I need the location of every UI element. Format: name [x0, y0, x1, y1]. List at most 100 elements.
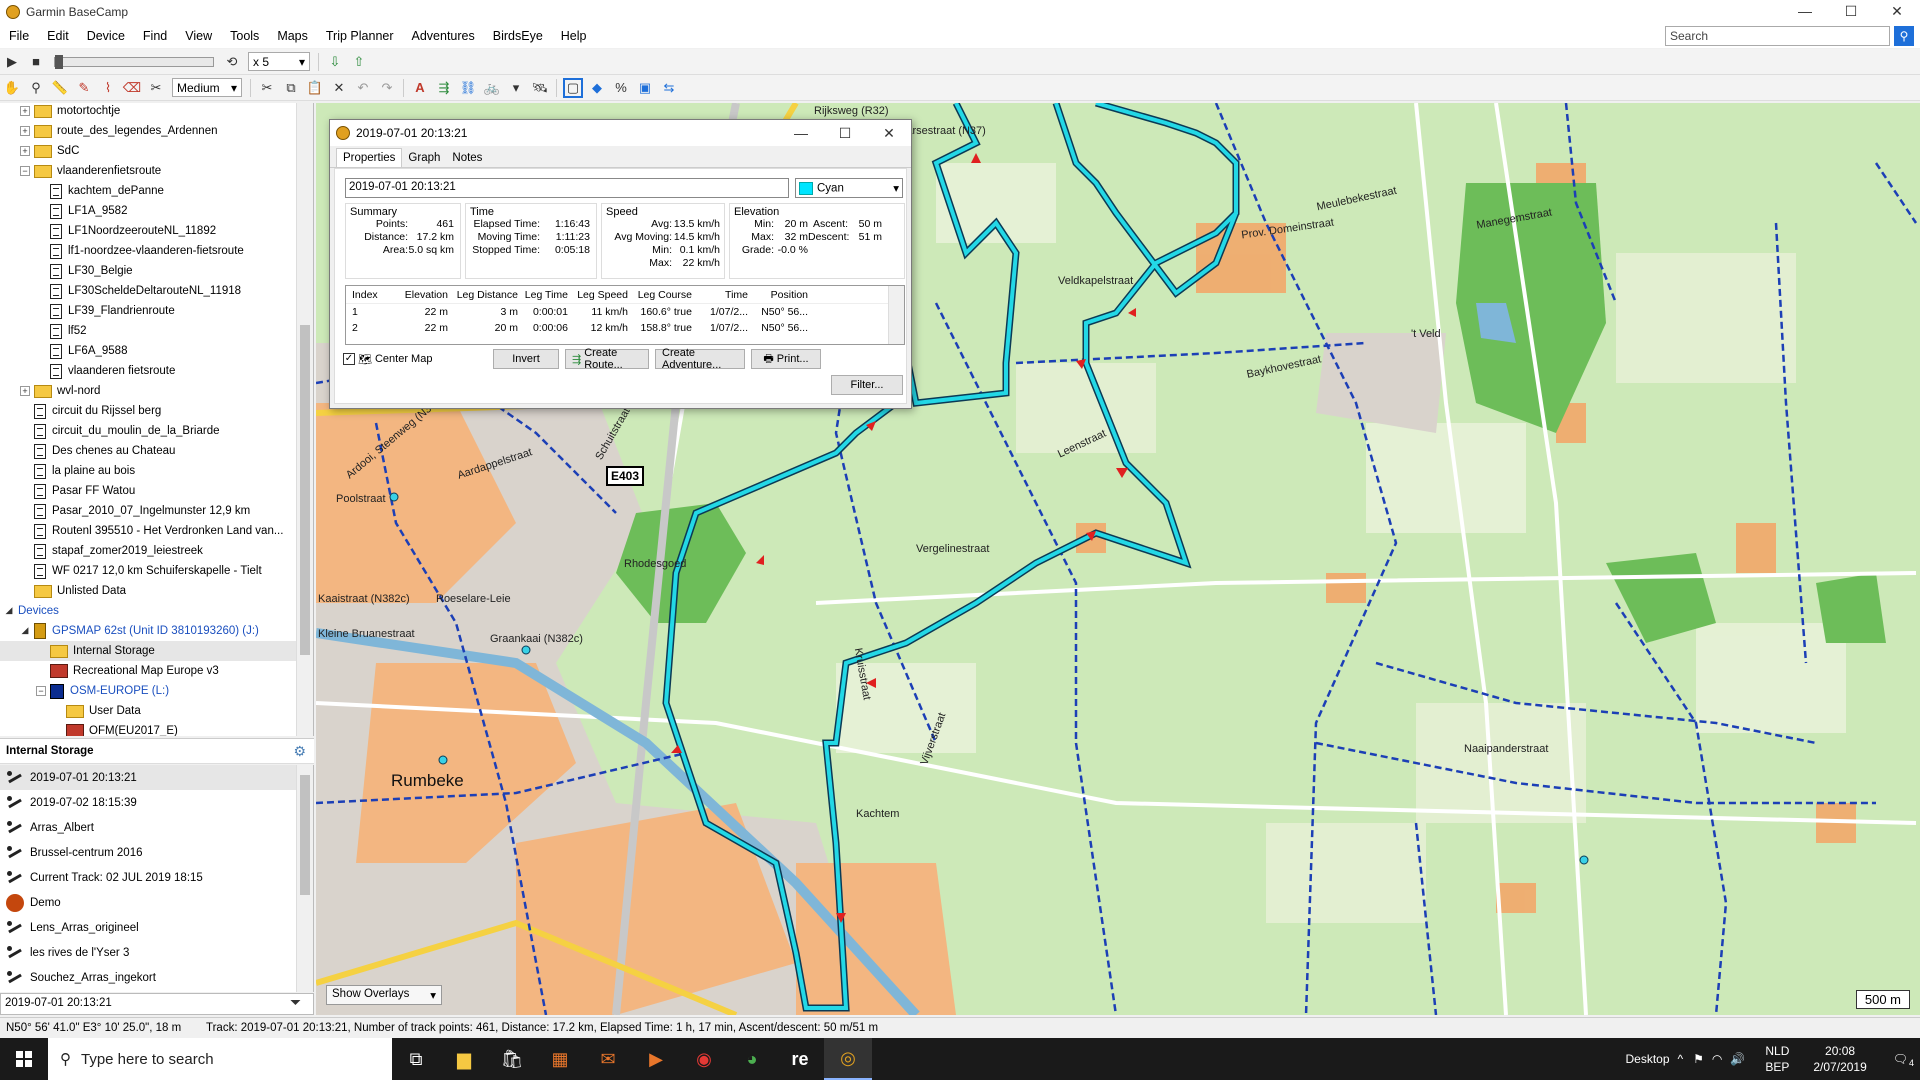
selected-item-field[interactable]: 2019-07-01 20:13:21: [0, 993, 314, 1015]
column-header[interactable]: Time: [696, 289, 752, 301]
taskbar-search[interactable]: ⚲ Type here to search: [48, 1038, 392, 1080]
dialog-close-button[interactable]: ✕: [867, 122, 911, 144]
tree-item[interactable]: LF39_Flandrienroute: [0, 301, 313, 321]
tree-item[interactable]: LF6A_9588: [0, 341, 313, 361]
track-tool-icon[interactable]: ⌇: [98, 78, 118, 98]
start-button[interactable]: [0, 1038, 48, 1080]
tree-item[interactable]: ◢ Devices: [0, 601, 313, 621]
dialog-minimize-button[interactable]: —: [779, 122, 823, 144]
wifi-icon[interactable]: ◠: [1712, 1052, 1722, 1066]
office-icon[interactable]: ▦: [536, 1038, 584, 1080]
column-header[interactable]: Leg Distance: [452, 289, 522, 301]
tab-notes[interactable]: Notes: [446, 149, 488, 167]
create-route-button[interactable]: ⇶ Create Route...: [565, 347, 649, 371]
list-item[interactable]: les rives de l'Yser 3: [0, 940, 313, 965]
delete-icon[interactable]: ✕: [329, 78, 349, 98]
track-color-select[interactable]: Cyan ▾: [795, 178, 903, 198]
tree-item[interactable]: User Data: [0, 701, 313, 721]
network-icon[interactable]: ⚑: [1693, 1052, 1704, 1066]
zoom-tool-icon[interactable]: ⚲: [26, 78, 46, 98]
menu-device[interactable]: Device: [78, 29, 134, 43]
map-view-icon[interactable]: ▢: [563, 77, 583, 98]
search-button[interactable]: ⚲: [1894, 26, 1914, 46]
tree-item[interactable]: − OSM-EUROPE (L:): [0, 681, 313, 701]
tree-item[interactable]: Internal Storage: [0, 641, 313, 661]
table-scrollbar[interactable]: [888, 286, 904, 344]
undo-icon[interactable]: ↶: [353, 78, 373, 98]
media-player-icon[interactable]: ▶: [632, 1038, 680, 1080]
track-name-field[interactable]: 2019-07-01 20:13:21: [345, 178, 789, 198]
tree-item[interactable]: OFM(EU2017_E): [0, 721, 313, 736]
column-header[interactable]: Position: [752, 289, 812, 301]
search-input[interactable]: Search: [1665, 26, 1890, 46]
tree-item[interactable]: Recreational Map Europe v3: [0, 661, 313, 681]
notifications-icon[interactable]: 🗨 4: [1881, 1052, 1920, 1068]
table-row[interactable]: 2 22 m 20 m 0:00:06 12 km/h 158.8° true 1/07/2…: [346, 320, 904, 336]
copy-icon[interactable]: ⧉: [281, 78, 301, 98]
bicycle-icon[interactable]: 🚲: [482, 78, 502, 98]
list-item[interactable]: Lens_Arras_origineel: [0, 915, 313, 940]
satellite-icon[interactable]: 🛰: [530, 78, 550, 98]
stop-icon[interactable]: ■: [26, 52, 46, 72]
tree-item[interactable]: + motortochtje: [0, 103, 313, 121]
expander-icon[interactable]: ◢: [20, 626, 30, 636]
menu-find[interactable]: Find: [134, 29, 176, 43]
close-button[interactable]: ✕: [1874, 0, 1920, 24]
play-icon[interactable]: ▶: [2, 52, 22, 72]
map-detail-select[interactable]: Medium ▾: [172, 78, 242, 97]
center-map-checkbox[interactable]: ✓: [343, 353, 355, 365]
list-item[interactable]: Current Track: 02 JUL 2019 18:15: [0, 865, 313, 890]
storage-scroll-thumb[interactable]: [300, 775, 310, 895]
tree-item[interactable]: stapaf_zomer2019_leiestreek: [0, 541, 313, 561]
tree-item[interactable]: + route_des_legendes_Ardennen: [0, 121, 313, 141]
link-icon[interactable]: ⛓: [458, 78, 478, 98]
tree-item[interactable]: circuit du Rijssel berg: [0, 401, 313, 421]
layout-icon[interactable]: ▣: [635, 78, 655, 98]
tab-properties[interactable]: Properties: [336, 148, 403, 167]
list-item[interactable]: Souchez_Arras_ingekort: [0, 965, 313, 990]
list-item[interactable]: 2019-07-01 20:13:21: [0, 765, 313, 790]
storage-scrollbar[interactable]: [296, 765, 313, 992]
divide-tool-icon[interactable]: ✂: [146, 78, 166, 98]
tree-item[interactable]: − vlaanderenfietsroute: [0, 161, 313, 181]
create-adventure-button[interactable]: Create Adventure...: [655, 347, 745, 371]
invert-button[interactable]: Invert: [493, 349, 559, 369]
maximize-button[interactable]: ☐: [1828, 0, 1874, 24]
menu-edit[interactable]: Edit: [38, 29, 78, 43]
volume-icon[interactable]: 🔊: [1730, 1052, 1745, 1066]
tree-item[interactable]: Pasar FF Watou: [0, 481, 313, 501]
menu-help[interactable]: Help: [552, 29, 596, 43]
task-view-icon[interactable]: ⧉: [392, 1038, 440, 1080]
expander-icon[interactable]: +: [20, 386, 30, 396]
table-row[interactable]: 1 22 m 3 m 0:00:01 11 km/h 160.6° true 1/07/2.…: [346, 304, 904, 320]
tree-item[interactable]: LF1A_9582: [0, 201, 313, 221]
tree-item[interactable]: Pasar_2010_07_Ingelmunster 12,9 km: [0, 501, 313, 521]
menu-tools[interactable]: Tools: [221, 29, 268, 43]
menu-trip-planner[interactable]: Trip Planner: [317, 29, 403, 43]
sync-icon[interactable]: ⇆: [659, 78, 679, 98]
expander-icon[interactable]: −: [20, 166, 30, 176]
tree-item[interactable]: Unlisted Data: [0, 581, 313, 601]
dialog-maximize-button[interactable]: ☐: [823, 122, 867, 144]
repeat-icon[interactable]: ⟲: [222, 52, 242, 72]
re-app-icon[interactable]: re: [776, 1038, 824, 1080]
tree-item[interactable]: la plaine au bois: [0, 461, 313, 481]
expander-icon[interactable]: ◢: [4, 606, 14, 616]
paste-icon[interactable]: 📋: [305, 78, 325, 98]
column-header[interactable]: Leg Time: [522, 289, 572, 301]
menu-adventures[interactable]: Adventures: [403, 29, 484, 43]
column-header[interactable]: Index: [346, 289, 398, 301]
cut-icon[interactable]: ✂: [257, 78, 277, 98]
chevron-down-icon[interactable]: ▾: [506, 78, 526, 98]
filter-icon[interactable]: ⏷: [290, 994, 301, 1011]
list-item[interactable]: Demo: [0, 890, 313, 915]
route-tool-icon[interactable]: ✎: [74, 78, 94, 98]
menu-birdseye[interactable]: BirdsEye: [484, 29, 552, 43]
basecamp-taskbar-icon[interactable]: ◎: [824, 1038, 872, 1080]
print-button[interactable]: 🖶 Print...: [751, 349, 821, 369]
tree-scroll-thumb[interactable]: [300, 325, 310, 655]
desktop-toolbar[interactable]: Desktop: [1625, 1052, 1669, 1066]
menu-view[interactable]: View: [176, 29, 221, 43]
tree-item[interactable]: vlaanderen fietsroute: [0, 361, 313, 381]
expander-icon[interactable]: +: [20, 126, 30, 136]
